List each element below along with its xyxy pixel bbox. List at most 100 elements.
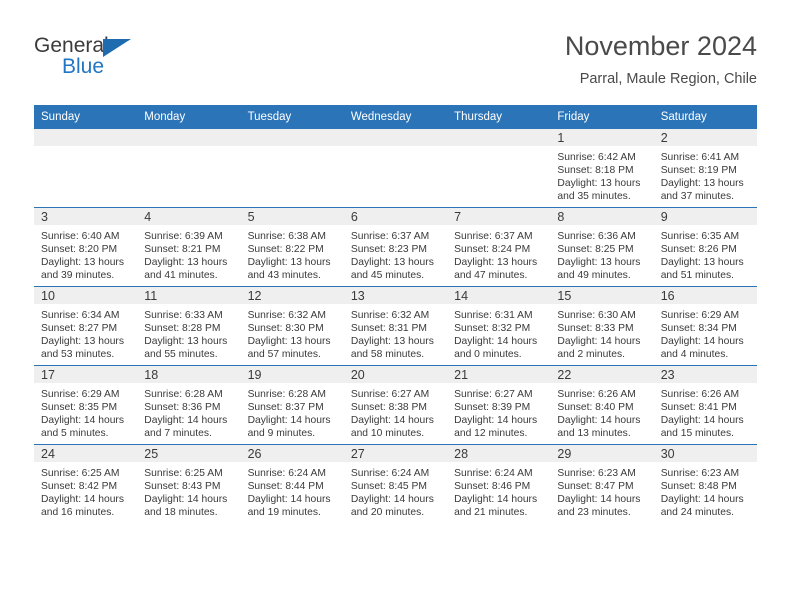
calendar-day-cell[interactable]: 14 Sunrise: 6:31 AM Sunset: 8:32 PM Dayligh…	[447, 286, 551, 366]
day-detail-line: Sunrise: 6:36 AM	[557, 231, 636, 242]
day-detail-line: Daylight: 13 hours	[660, 257, 744, 269]
day-detail-line: and 47 minutes.	[454, 270, 528, 282]
day-number: 21	[447, 366, 551, 383]
calendar-day-cell[interactable]: 26 Sunrise: 6:24 AM Sunset: 8:44 PM Dayligh…	[240, 444, 344, 523]
day-number: 12	[240, 287, 344, 304]
calendar-day-cell[interactable]: 18 Sunrise: 6:28 AM Sunset: 8:36 PM Dayligh…	[137, 365, 241, 445]
day-number: 18	[137, 366, 241, 383]
day-detail-line: and 24 minutes.	[660, 507, 734, 519]
calendar-day-cell[interactable]: 3 Sunrise: 6:40 AM Sunset: 8:20 PM Daylight…	[34, 207, 138, 287]
day-number: 6	[343, 208, 448, 225]
day-detail-line: Sunset: 8:36 PM	[144, 402, 221, 414]
day-number: 5	[240, 208, 344, 225]
day-detail-line: Daylight: 13 hours	[247, 336, 331, 348]
calendar-day-cell[interactable]: 19 Sunrise: 6:28 AM Sunset: 8:37 PM Dayligh…	[240, 365, 344, 445]
day-detail-line: Sunset: 8:47 PM	[557, 481, 634, 493]
day-detail-line: Daylight: 14 hours	[350, 494, 434, 506]
calendar-day-cell-empty	[343, 128, 448, 208]
day-detail-line: Daylight: 14 hours	[247, 494, 331, 506]
calendar-day-cell[interactable]: 2 Sunrise: 6:41 AM Sunset: 8:19 PM Daylight…	[653, 128, 757, 208]
day-details: Sunrise: 6:28 AM Sunset: 8:37 PM Daylight:…	[241, 383, 344, 440]
calendar-page: General Blue November 2024 Parral, Maule…	[0, 0, 792, 612]
day-details: Sunrise: 6:41 AM Sunset: 8:19 PM Daylight:…	[654, 146, 757, 203]
calendar-header-row: Sunday Monday Tuesday Wednesday Thursday Frid…	[34, 105, 757, 129]
day-detail-line: Daylight: 14 hours	[454, 415, 538, 427]
calendar-day-cell[interactable]: 27 Sunrise: 6:24 AM Sunset: 8:45 PM Dayligh…	[343, 444, 448, 523]
day-detail-line: and 10 minutes.	[350, 428, 425, 440]
day-detail-line: Sunrise: 6:23 AM	[660, 468, 740, 479]
day-detail-line: and 49 minutes.	[557, 270, 631, 282]
day-detail-line: Sunset: 8:40 PM	[557, 402, 634, 414]
day-number: 23	[653, 366, 757, 383]
calendar-day-cell[interactable]: 23 Sunrise: 6:26 AM Sunset: 8:41 PM Dayligh…	[653, 365, 757, 445]
calendar-day-cell[interactable]: 9 Sunrise: 6:35 AM Sunset: 8:26 PM Daylight…	[653, 207, 757, 287]
calendar-body: 1 Sunrise: 6:42 AM Sunset: 8:18 PM Daylight…	[34, 128, 757, 523]
calendar-day-cell[interactable]: 20 Sunrise: 6:27 AM Sunset: 8:38 PM Dayligh…	[343, 365, 448, 445]
day-details	[34, 146, 137, 151]
day-details: Sunrise: 6:34 AM Sunset: 8:27 PM Daylight:…	[34, 304, 137, 361]
day-detail-line: Daylight: 14 hours	[557, 494, 641, 506]
calendar-day-cell[interactable]: 11 Sunrise: 6:33 AM Sunset: 8:28 PM Dayligh…	[137, 286, 241, 366]
calendar-day-cell[interactable]: 6 Sunrise: 6:37 AM Sunset: 8:23 PM Daylight…	[343, 207, 448, 287]
calendar-day-cell[interactable]: 30 Sunrise: 6:23 AM Sunset: 8:48 PM Dayligh…	[653, 444, 757, 523]
calendar-day-cell[interactable]: 1 Sunrise: 6:42 AM Sunset: 8:18 PM Daylight…	[550, 128, 654, 208]
day-detail-line: Sunrise: 6:24 AM	[454, 468, 533, 479]
calendar-day-cell[interactable]: 8 Sunrise: 6:36 AM Sunset: 8:25 PM Daylight…	[550, 207, 654, 287]
calendar-day-cell-empty	[34, 128, 138, 208]
calendar-day-cell[interactable]: 4 Sunrise: 6:39 AM Sunset: 8:21 PM Daylight…	[137, 207, 241, 287]
day-detail-line: and 45 minutes.	[350, 270, 425, 282]
calendar-day-cell-empty	[137, 128, 241, 208]
calendar-day-cell[interactable]: 13 Sunrise: 6:32 AM Sunset: 8:31 PM Dayligh…	[343, 286, 448, 366]
day-detail-line: Sunrise: 6:37 AM	[350, 231, 430, 242]
day-number: 20	[343, 366, 448, 383]
day-detail-line: Daylight: 14 hours	[41, 494, 124, 506]
day-details: Sunrise: 6:30 AM Sunset: 8:33 PM Daylight:…	[550, 304, 653, 361]
calendar-day-cell[interactable]: 5 Sunrise: 6:38 AM Sunset: 8:22 PM Daylight…	[240, 207, 344, 287]
calendar-day-cell[interactable]: 12 Sunrise: 6:32 AM Sunset: 8:30 PM Dayligh…	[240, 286, 344, 366]
day-detail-line: Sunrise: 6:42 AM	[557, 152, 636, 163]
day-details: Sunrise: 6:29 AM Sunset: 8:35 PM Daylight:…	[34, 383, 137, 440]
day-detail-line: Daylight: 13 hours	[557, 178, 641, 190]
day-detail-line: Sunset: 8:37 PM	[247, 402, 324, 414]
day-detail-line: Sunset: 8:31 PM	[350, 323, 427, 335]
day-detail-line: Sunset: 8:48 PM	[660, 481, 737, 493]
day-number	[34, 129, 138, 146]
calendar-day-cell[interactable]: 17 Sunrise: 6:29 AM Sunset: 8:35 PM Dayligh…	[34, 365, 138, 445]
calendar-day-cell[interactable]: 24 Sunrise: 6:25 AM Sunset: 8:42 PM Dayligh…	[34, 444, 138, 523]
calendar-day-cell[interactable]: 16 Sunrise: 6:29 AM Sunset: 8:34 PM Dayligh…	[653, 286, 757, 366]
calendar-day-cell[interactable]: 15 Sunrise: 6:30 AM Sunset: 8:33 PM Dayligh…	[550, 286, 654, 366]
weekday-header-friday: Friday	[550, 105, 654, 129]
day-number: 10	[34, 287, 138, 304]
calendar-day-cell[interactable]: 28 Sunrise: 6:24 AM Sunset: 8:46 PM Dayligh…	[447, 444, 551, 523]
day-number: 2	[653, 129, 757, 146]
day-details: Sunrise: 6:29 AM Sunset: 8:34 PM Daylight:…	[654, 304, 757, 361]
brand-logo[interactable]: General Blue	[34, 34, 234, 90]
day-detail-line: Sunset: 8:34 PM	[660, 323, 737, 335]
day-detail-line: and 18 minutes.	[144, 507, 218, 519]
day-detail-line: Daylight: 14 hours	[454, 336, 538, 348]
day-detail-line: Sunset: 8:28 PM	[144, 323, 221, 335]
day-detail-line: Daylight: 13 hours	[660, 178, 744, 190]
day-detail-line: Sunrise: 6:31 AM	[454, 310, 533, 321]
day-detail-line: Sunset: 8:20 PM	[41, 244, 118, 256]
calendar-day-cell[interactable]: 25 Sunrise: 6:25 AM Sunset: 8:43 PM Dayligh…	[137, 444, 241, 523]
day-detail-line: Sunrise: 6:30 AM	[557, 310, 636, 321]
calendar-day-cell-empty	[447, 128, 551, 208]
calendar-day-cell[interactable]: 22 Sunrise: 6:26 AM Sunset: 8:40 PM Dayligh…	[550, 365, 654, 445]
day-detail-line: Daylight: 14 hours	[557, 415, 641, 427]
calendar-day-cell[interactable]: 10 Sunrise: 6:34 AM Sunset: 8:27 PM Dayligh…	[34, 286, 138, 366]
day-detail-line: Daylight: 13 hours	[144, 336, 228, 348]
day-detail-line: Sunrise: 6:41 AM	[660, 152, 740, 163]
day-details: Sunrise: 6:32 AM Sunset: 8:30 PM Daylight:…	[241, 304, 344, 361]
calendar-day-cell[interactable]: 21 Sunrise: 6:27 AM Sunset: 8:39 PM Dayligh…	[447, 365, 551, 445]
day-detail-line: Daylight: 14 hours	[41, 415, 124, 427]
calendar-day-cell[interactable]: 29 Sunrise: 6:23 AM Sunset: 8:47 PM Dayligh…	[550, 444, 654, 523]
day-detail-line: Sunset: 8:21 PM	[144, 244, 221, 256]
day-number: 1	[550, 129, 654, 146]
day-detail-line: Sunrise: 6:27 AM	[454, 389, 533, 400]
calendar-day-cell[interactable]: 7 Sunrise: 6:37 AM Sunset: 8:24 PM Daylight…	[447, 207, 551, 287]
weekday-header-tuesday: Tuesday	[240, 105, 344, 129]
day-detail-line: Daylight: 14 hours	[350, 415, 434, 427]
weekday-header-saturday: Saturday	[653, 105, 757, 129]
day-detail-line: Daylight: 13 hours	[144, 257, 228, 269]
